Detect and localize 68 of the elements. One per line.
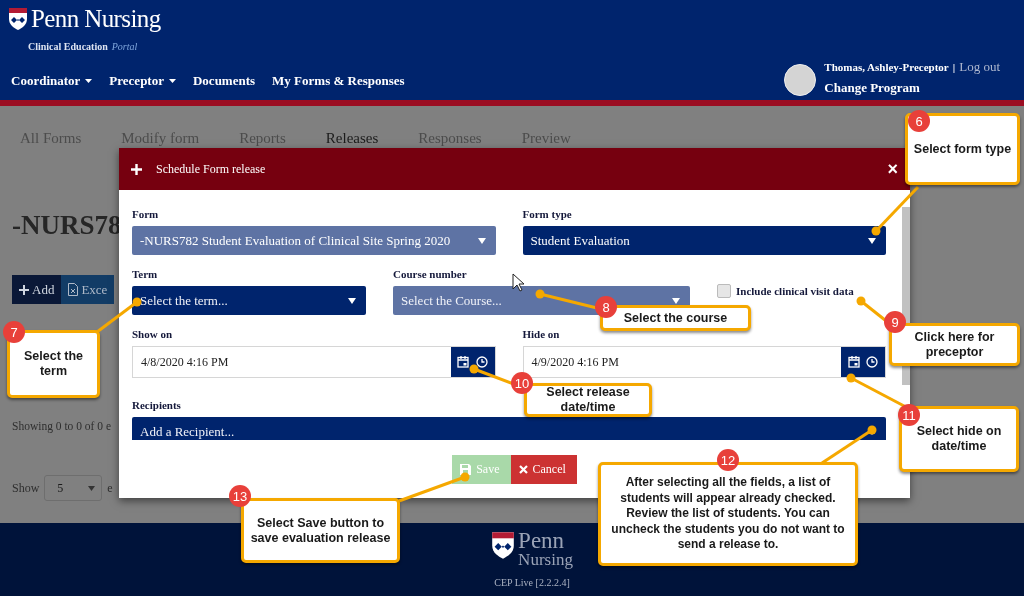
date-time-field[interactable]: 4/8/2020 4:16 PM — [132, 346, 496, 378]
callout-text: Select hide on date/time — [915, 424, 1003, 454]
export-button[interactable]: Exce — [61, 275, 115, 304]
calendar-icon[interactable] — [457, 356, 470, 368]
version-text: CEP Live [2.2.2.4] — [494, 577, 570, 588]
brand-subtitle: Clinical Education — [28, 41, 108, 52]
length-label: e — [107, 480, 113, 496]
callout-text: After selecting all the fields, a list of students will appear already checked. Review the list of students. You can uncheck the students you do not want to send a release to. — [610, 475, 846, 553]
step-badge: 11 — [898, 404, 920, 426]
shield-logo — [8, 7, 28, 31]
date-time-field[interactable]: 4/9/2020 4:16 PM — [522, 346, 886, 378]
separator: | — [952, 61, 956, 73]
brand-name: Penn — [518, 531, 566, 550]
nav-link[interactable]: Preceptor — [109, 73, 176, 89]
shield-logo — [491, 531, 516, 560]
field-label: Recipients — [132, 399, 181, 411]
add-button[interactable]: Add — [12, 275, 62, 304]
cancel-icon — [518, 465, 528, 474]
clock-icon[interactable] — [475, 356, 488, 368]
callout-text: Select the term — [22, 349, 85, 379]
step-badge: 6 — [908, 110, 930, 132]
avatar — [784, 64, 817, 96]
change-program-link[interactable]: Change Program — [824, 80, 1000, 96]
callout-text: Select release date/time — [545, 385, 631, 415]
dropdown[interactable]: Add a Recipient... — [132, 417, 886, 440]
page-size-select[interactable]: 5 — [44, 475, 103, 501]
dropdown[interactable]: Student Evaluation — [522, 226, 886, 255]
caret-icon — [868, 237, 876, 244]
plus-icon — [19, 284, 29, 295]
dropdown[interactable]: Select the term... — [132, 286, 366, 315]
field-label: Hide on — [522, 328, 560, 340]
brand-name: Nursing — [518, 550, 573, 569]
modal-title: Schedule Form release — [156, 161, 266, 177]
nav-link[interactable]: Documents — [192, 73, 256, 89]
brand-name: Penn Nursing — [31, 5, 161, 33]
cancel-button[interactable]: Cancel — [510, 455, 577, 484]
brand-subtitle: Portal — [111, 41, 138, 52]
calendar-icon[interactable] — [847, 356, 860, 368]
field-label: Form — [132, 208, 159, 220]
caret-icon — [85, 79, 93, 83]
clock-icon[interactable] — [866, 356, 879, 368]
leader-line — [846, 373, 907, 409]
field-label: Show on — [132, 328, 173, 340]
nav-link[interactable]: Coordinator — [11, 73, 93, 89]
field-label: Term — [132, 268, 158, 280]
field-label: Course number — [393, 268, 467, 280]
cursor-icon — [512, 273, 525, 292]
field-label: Form type — [522, 208, 572, 220]
callout-text: Click here for preceptor — [913, 329, 996, 360]
callout-text: Select Save button to save evaluation release — [249, 515, 392, 546]
callout-text: Select form type — [913, 141, 1012, 157]
caret-icon — [88, 485, 96, 491]
checkbox-label: Include clinical visit data — [736, 285, 854, 297]
table-info: Showing 0 to 0 of 0 e — [12, 420, 112, 432]
caret-icon — [348, 297, 356, 304]
checkbox[interactable] — [717, 284, 731, 298]
page-heading: -NURS78 — [12, 209, 122, 241]
length-label: Show — [12, 480, 40, 496]
user-name: Thomas, Ashley-Preceptor — [824, 61, 949, 73]
spreadsheet-icon — [68, 283, 79, 296]
caret-icon — [477, 237, 486, 244]
plus-icon — [131, 163, 142, 175]
close-button[interactable]: × — [885, 158, 900, 180]
caret-icon — [168, 79, 176, 83]
tab[interactable]: Releases — [325, 130, 379, 147]
nav-link[interactable]: My Forms & Responses — [272, 73, 405, 89]
step-badge: 12 — [717, 449, 739, 471]
logout-link[interactable]: Log out — [959, 59, 1000, 75]
